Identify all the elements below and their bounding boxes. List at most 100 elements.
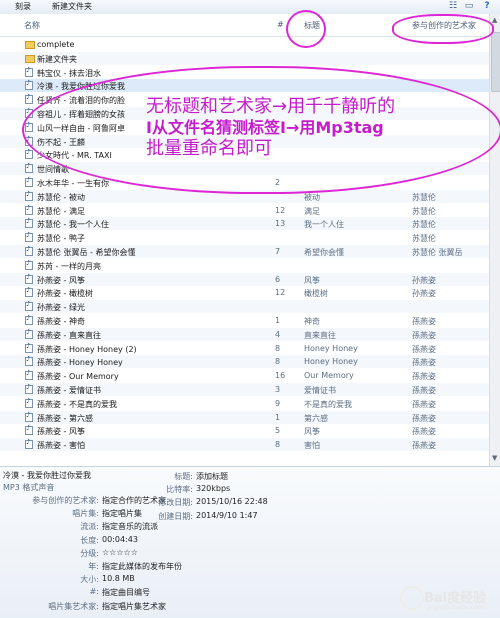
track-artist: 苏慧伦	[412, 206, 436, 216]
file-row[interactable]: 苏慧伦 - 满足 12 满足 苏慧伦	[0, 204, 489, 217]
file-row[interactable]: 孫燕姿 - 害怕 8 害怕 孫燕姿	[0, 438, 489, 452]
file-row[interactable]: 孫燕姿 - 爱情证书 3 爱情证书 孫燕姿	[0, 383, 489, 396]
details-property-value[interactable]: 指定唱片集艺术家	[102, 601, 166, 612]
details-property-value[interactable]: 320kbps	[196, 484, 230, 493]
audio-file-icon	[25, 162, 33, 174]
file-name: 孙燕姿 - 风筝	[37, 275, 85, 285]
file-row[interactable]: 苏慧伦 张翼岳 - 希望你会懂 7 希望你会懂 苏慧伦 张翼岳	[0, 245, 489, 258]
track-artist: 孙燕姿	[412, 289, 436, 299]
folder-icon	[25, 54, 35, 63]
file-row[interactable]: 孫燕姿 - 不是真的爱我 9 不是真的爱我 孫燕姿	[0, 397, 489, 410]
track-number: 7	[275, 247, 281, 256]
preview-pane-icon[interactable]: ▭	[464, 1, 474, 11]
track-artist: 孫燕姿	[412, 358, 436, 368]
details-property-value[interactable]: 添加标题	[196, 471, 228, 482]
file-row[interactable]: 孙燕姿 - 风筝 6 风筝 孙燕姿	[0, 272, 489, 286]
track-artist: 苏慧伦	[412, 234, 436, 244]
annotation-circle-artist	[392, 14, 494, 44]
track-artist: 孫燕姿	[412, 441, 436, 451]
details-property-value[interactable]: 2014/9/10 1:47	[196, 511, 258, 520]
file-row[interactable]: 孫燕姿 - Our Memory 16 Our Memory 孫燕姿	[0, 369, 489, 382]
file-name: 苏慧伦 - 满足	[37, 206, 85, 216]
audio-file-icon	[25, 148, 33, 160]
details-property-value[interactable]: 10.8 MB	[102, 574, 135, 583]
track-number: 13	[275, 219, 286, 229]
details-property-value[interactable]: 指定此媒体的发布年份	[102, 561, 182, 572]
file-name: 苏慧伦 张翼岳 - 希望你会懂	[37, 248, 136, 257]
paw-logo-icon	[400, 586, 424, 610]
file-row[interactable]: 苏慧伦 - 鸭子 苏慧伦	[0, 231, 489, 244]
audio-file-icon	[25, 424, 33, 436]
track-number: 1	[275, 316, 281, 325]
file-name: 孫燕姿 - Our Memory	[37, 372, 119, 382]
file-row[interactable]: 孫燕姿 - 直来直往 4 直来直往 孫燕姿	[0, 327, 489, 341]
track-number: 16	[275, 371, 286, 381]
file-row[interactable]: 苏芮 - 一样的月亮	[0, 259, 489, 272]
file-name: 孙燕姿 - 橄榄树	[37, 289, 93, 299]
audio-file-icon	[25, 66, 33, 77]
scroll-down-icon[interactable]: ▼	[492, 454, 497, 462]
file-row[interactable]: 苏慧伦 - 我一个人住 13 我一个人住 苏慧伦	[0, 217, 489, 231]
track-number: 12	[275, 205, 286, 215]
file-row[interactable]: 孫燕姿 - Honey Honey 8 Honey Honey 孫燕姿	[0, 355, 489, 369]
track-title: 害怕	[304, 441, 320, 451]
track-artist: 孫燕姿	[412, 330, 436, 340]
details-property-value[interactable]: 指定音乐的流派	[102, 521, 158, 532]
file-row[interactable]: 孙燕姿 - 绿光	[0, 300, 489, 314]
file-name: 新建文件夹	[37, 54, 77, 64]
track-artist: 孫燕姿	[412, 386, 436, 395]
file-name: 水木年华 - 一生有你	[37, 179, 109, 188]
audio-file-icon	[25, 245, 33, 256]
track-artist: 孫燕姿	[412, 344, 436, 354]
audio-file-icon	[25, 383, 33, 394]
audio-file-icon	[25, 273, 33, 284]
audio-file-icon	[25, 355, 33, 367]
track-title: Honey Honey	[304, 357, 358, 367]
details-property-value[interactable]: 00:04:43	[102, 535, 138, 544]
file-row[interactable]: 孫燕姿 - 神奇 1 神奇 孫燕姿	[0, 314, 489, 327]
details-property-label: 唱片集艺术家:	[48, 601, 99, 611]
watermark-url: jingyan.baidu.com	[428, 604, 484, 611]
help-icon[interactable]: ?	[482, 1, 492, 11]
track-number: 3	[275, 385, 281, 394]
file-row[interactable]: 孫燕姿 - 风筝 5 风筝 孫燕姿	[0, 424, 489, 437]
file-row[interactable]: 孙燕姿 - 橄榄树 12 橄榄树 孙燕姿	[0, 286, 489, 299]
scroll-up-icon[interactable]: ▲	[492, 16, 497, 24]
details-property-value[interactable]: 指定曲目编号	[102, 587, 150, 598]
details-property-label: 唱片集:	[72, 509, 99, 519]
burn-button[interactable]: 刻录	[15, 1, 31, 12]
track-title: 直来直往	[304, 330, 336, 340]
vertical-scrollbar[interactable]: ▲ ▼	[489, 14, 500, 466]
track-number: 9	[275, 398, 281, 408]
file-name: 孫燕姿 - 直来直往	[37, 330, 101, 340]
details-property-label: 大小:	[80, 575, 99, 585]
annotation-line-3: 批量重命名即可	[146, 138, 272, 159]
details-property-value[interactable]: 2015/10/16 22:48	[196, 497, 268, 506]
details-property-value[interactable]: ☆☆☆☆☆	[102, 548, 138, 557]
new-folder-button[interactable]: 新建文件夹	[52, 1, 92, 12]
folder-row[interactable]: 新建文件夹	[0, 51, 489, 65]
file-name: 苏慧伦 - 我一个人住	[37, 220, 109, 230]
track-title: 希望你会懂	[304, 248, 344, 257]
column-track-number[interactable]: #	[277, 20, 284, 29]
file-row[interactable]: 孫燕姿 - 第六感 1 第六感 孫燕姿	[0, 410, 489, 424]
track-number: 4	[275, 329, 281, 339]
column-name[interactable]: 名称	[24, 20, 40, 31]
details-property-label: 比特率:	[166, 485, 193, 495]
audio-file-icon	[25, 328, 33, 339]
track-artist: 孫燕姿	[412, 317, 436, 326]
file-name: 苏慧伦 - 鸭子	[37, 234, 85, 244]
scrollbar-thumb[interactable]	[491, 32, 500, 92]
details-property-label: 分级:	[80, 548, 99, 558]
details-property-label: 参与创作的艺术家:	[32, 496, 99, 505]
track-title: 橄榄树	[304, 289, 328, 299]
audio-file-icon	[25, 204, 33, 215]
track-title: 不是真的爱我	[304, 399, 352, 409]
file-name: 孫燕姿 - 风筝	[37, 427, 85, 437]
track-title: 第六感	[304, 413, 328, 423]
file-name: 苏芮 - 一样的月亮	[37, 261, 101, 271]
view-options-icon[interactable]: ☷	[448, 1, 458, 11]
audio-file-icon	[25, 369, 33, 381]
file-row[interactable]: 孫燕姿 - Honey Honey (2) 8 Honey Honey 孫燕姿	[0, 342, 489, 355]
file-name: 孫燕姿 - 不是真的爱我	[37, 399, 117, 409]
